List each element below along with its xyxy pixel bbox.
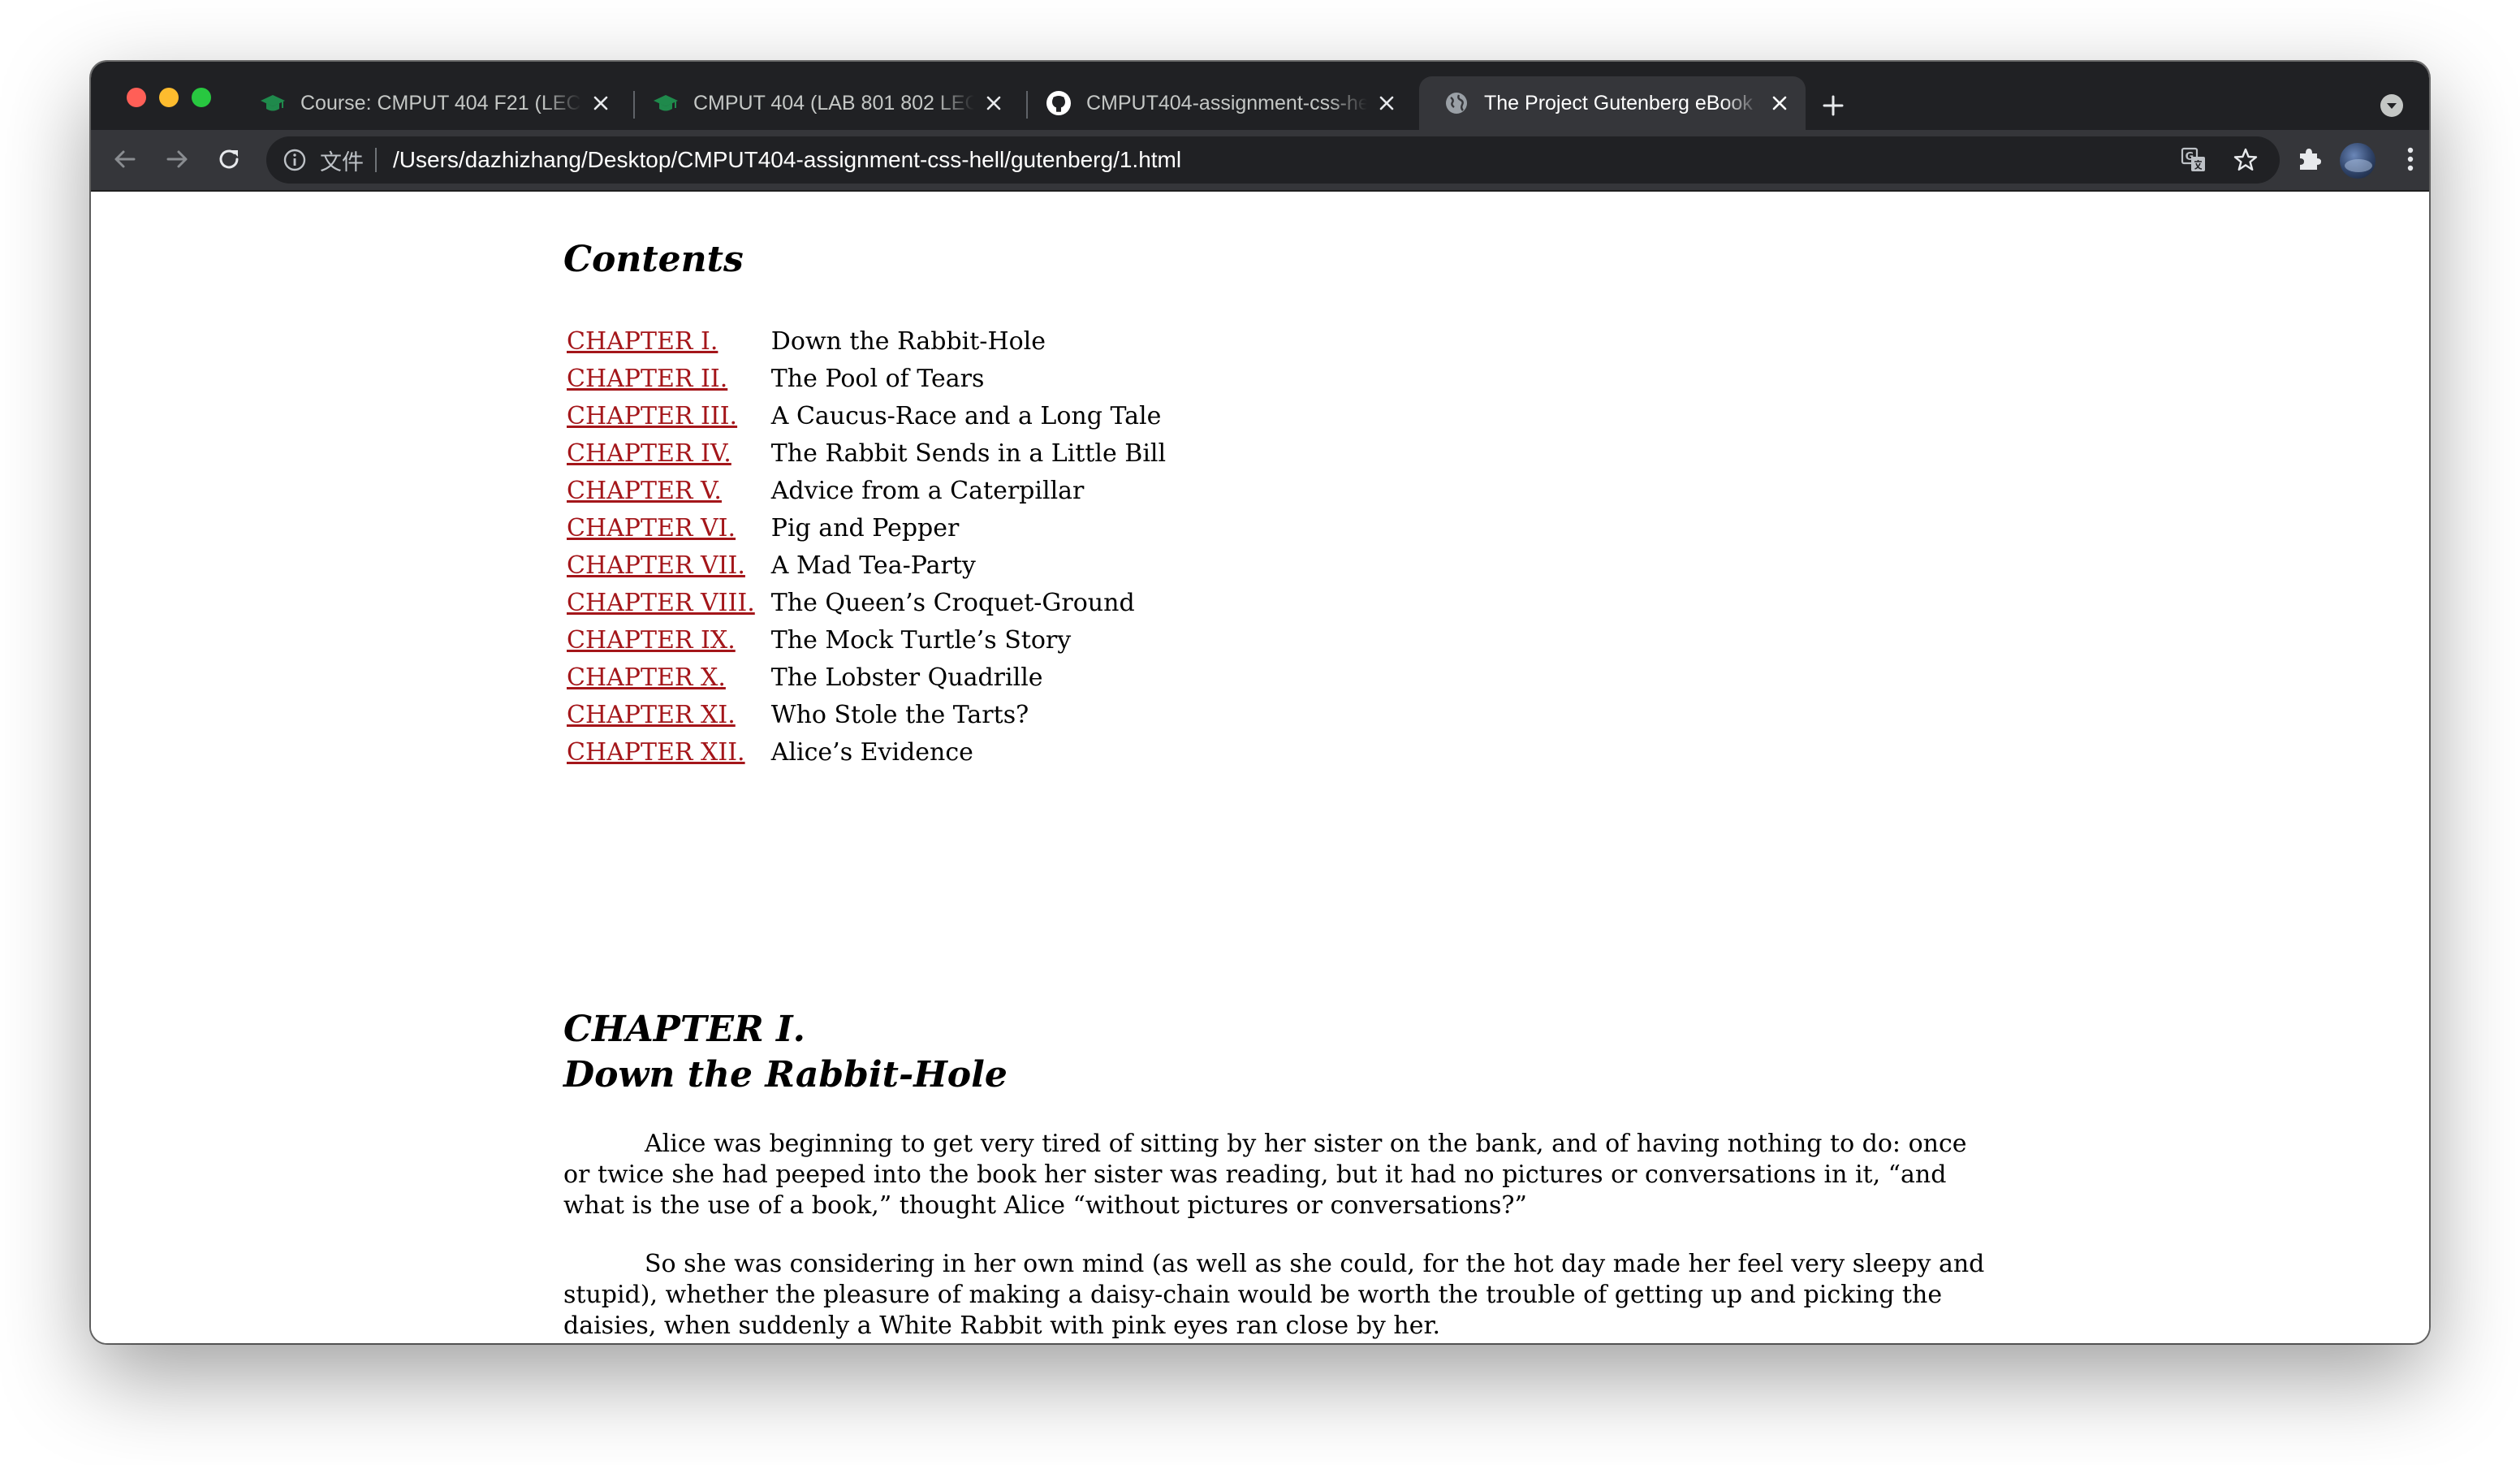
toc-row: CHAPTER X. The Lobster Quadrille (567, 659, 1166, 697)
plus-icon (1823, 95, 1844, 116)
forward-button[interactable] (159, 141, 195, 177)
new-tab-button[interactable] (1817, 89, 1849, 122)
info-icon[interactable] (283, 148, 307, 172)
toc-chapter-title: The Mock Turtle’s Story (770, 626, 1072, 655)
toc-chapter-title: Who Stole the Tarts? (770, 701, 1029, 729)
toc-row: CHAPTER I. Down the Rabbit-Hole (567, 323, 1166, 361)
chevron-down-circle-icon (2380, 94, 2403, 117)
toc-row: CHAPTER IV. The Rabbit Sends in a Little… (567, 435, 1166, 473)
toc-chapter-link[interactable]: CHAPTER XI. (567, 701, 736, 729)
chapter-heading: CHAPTER I. Down the Rabbit-Hole (563, 1007, 1008, 1098)
toc-chapter-title: A Caucus-Race and a Long Tale (770, 402, 1162, 430)
profile-avatar[interactable] (2340, 143, 2375, 179)
toc-row: CHAPTER XI. Who Stole the Tarts? (567, 697, 1166, 734)
tab-close-icon[interactable] (1768, 92, 1791, 115)
arrow-right-icon (166, 150, 188, 168)
toc-chapter-link[interactable]: CHAPTER IV. (567, 439, 731, 468)
globe-icon (1446, 93, 1467, 114)
tab-search-button[interactable] (2375, 89, 2408, 122)
chapter-title: Down the Rabbit-Hole (563, 1054, 1008, 1096)
toc-row: CHAPTER III. A Caucus-Race and a Long Ta… (567, 398, 1166, 435)
tab-close-icon[interactable] (1375, 92, 1398, 115)
toc-chapter-link[interactable]: CHAPTER X. (567, 663, 726, 692)
puzzle-piece-icon (2300, 149, 2321, 170)
window-minimize-button[interactable] (159, 88, 179, 107)
tab-title: The Project Gutenberg eBook of Alice's A… (1484, 91, 1760, 115)
toc-chapter-link[interactable]: CHAPTER V. (567, 477, 722, 505)
tab-title: CMPUT404-assignment-css-hell (1086, 91, 1367, 115)
arrow-left-icon (114, 150, 136, 168)
toc-chapter-title: A Mad Tea-Party (770, 551, 976, 580)
toc-chapter-link[interactable]: CHAPTER II. (567, 365, 727, 393)
tab-github-repo[interactable]: CMPUT404-assignment-css-hell (1021, 76, 1413, 130)
bookmark-star-icon[interactable] (2228, 143, 2263, 177)
toc-chapter-title: The Lobster Quadrille (770, 663, 1043, 692)
address-divider (375, 148, 377, 172)
chapter-paragraph: So she was considering in her own mind (… (563, 1250, 1985, 1340)
tab-gutenberg-ebook[interactable]: The Project Gutenberg eBook of Alice's A… (1419, 76, 1806, 130)
toc-chapter-link[interactable]: CHAPTER VII. (567, 551, 745, 580)
toc-chapter-title: Alice’s Evidence (770, 738, 973, 767)
browser-menu-button[interactable] (2398, 141, 2423, 177)
toc-row: CHAPTER II. The Pool of Tears (567, 361, 1166, 398)
page-viewport: Contents CHAPTER I. Down the Rabbit-Hole… (91, 192, 2429, 1343)
toc-row: CHAPTER V. Advice from a Caterpillar (567, 473, 1166, 510)
address-bar[interactable]: 文件 /Users/dazhizhang/Desktop/CMPUT404-as… (266, 136, 2280, 184)
window-maximize-button[interactable] (192, 88, 211, 107)
kebab-menu-icon (2407, 147, 2414, 171)
graduation-cap-icon (261, 95, 285, 111)
translate-icon[interactable]: G (2176, 143, 2211, 177)
toc-chapter-title: Advice from a Caterpillar (770, 477, 1085, 505)
graduation-cap-icon (654, 95, 678, 111)
toc-chapter-link[interactable]: CHAPTER VI. (567, 514, 736, 542)
toc-chapter-link[interactable]: CHAPTER IX. (567, 626, 736, 655)
toc-row: CHAPTER VII. A Mad Tea-Party (567, 547, 1166, 585)
toc-row: CHAPTER VIII. The Queen’s Croquet-Ground (567, 585, 1166, 622)
tab-close-icon[interactable] (982, 92, 1005, 115)
chapter-number: CHAPTER I. (563, 1009, 805, 1050)
toc-chapter-title: Pig and Pepper (770, 514, 960, 542)
browser-window: Course: CMPUT 404 F21 (LEC A1) — eClass … (91, 62, 2429, 1343)
reload-button[interactable] (211, 141, 247, 177)
tab-strip: Course: CMPUT 404 F21 (LEC A1) — eClass … (91, 62, 2429, 130)
scheme-label: 文件 (320, 149, 364, 175)
toc-chapter-link[interactable]: CHAPTER XII. (567, 738, 745, 767)
browser-toolbar: 文件 /Users/dazhizhang/Desktop/CMPUT404-as… (91, 130, 2429, 192)
contents-heading: Contents (563, 239, 744, 280)
reload-icon (219, 149, 239, 169)
tab-cmput404-lab[interactable]: CMPUT 404 (LAB 801 802 LEC A1) — eClass (628, 76, 1020, 130)
toc-row: CHAPTER IX. The Mock Turtle’s Story (567, 622, 1166, 659)
tab-course-cmput404[interactable]: Course: CMPUT 404 F21 (LEC A1) — eClass (235, 76, 627, 130)
github-icon (1046, 91, 1071, 115)
toc-chapter-link[interactable]: CHAPTER VIII. (567, 589, 755, 617)
toc-row: CHAPTER VI. Pig and Pepper (567, 510, 1166, 547)
toc-chapter-title: The Rabbit Sends in a Little Bill (770, 439, 1167, 468)
tab-title: CMPUT 404 (LAB 801 802 LEC A1) — eClass (693, 91, 974, 115)
url-text[interactable]: /Users/dazhizhang/Desktop/CMPUT404-assig… (393, 147, 1181, 173)
toc-chapter-title: Down the Rabbit-Hole (770, 327, 1046, 356)
chapter-paragraph: Alice was beginning to get very tired of… (563, 1130, 1967, 1220)
toc-chapter-link[interactable]: CHAPTER I. (567, 327, 718, 356)
tab-close-icon[interactable] (589, 92, 612, 115)
toc-row: CHAPTER XII. Alice’s Evidence (567, 734, 1166, 771)
table-of-contents: CHAPTER I. Down the Rabbit-Hole CHAPTER … (567, 323, 1166, 771)
toc-chapter-title: The Pool of Tears (770, 365, 985, 393)
back-button[interactable] (107, 141, 143, 177)
window-close-button[interactable] (127, 88, 146, 107)
tab-title: Course: CMPUT 404 F21 (LEC A1) — eClass (300, 91, 581, 115)
toc-chapter-title: The Queen’s Croquet-Ground (770, 589, 1135, 617)
toc-chapter-link[interactable]: CHAPTER III. (567, 402, 737, 430)
extensions-button[interactable] (2291, 141, 2327, 177)
